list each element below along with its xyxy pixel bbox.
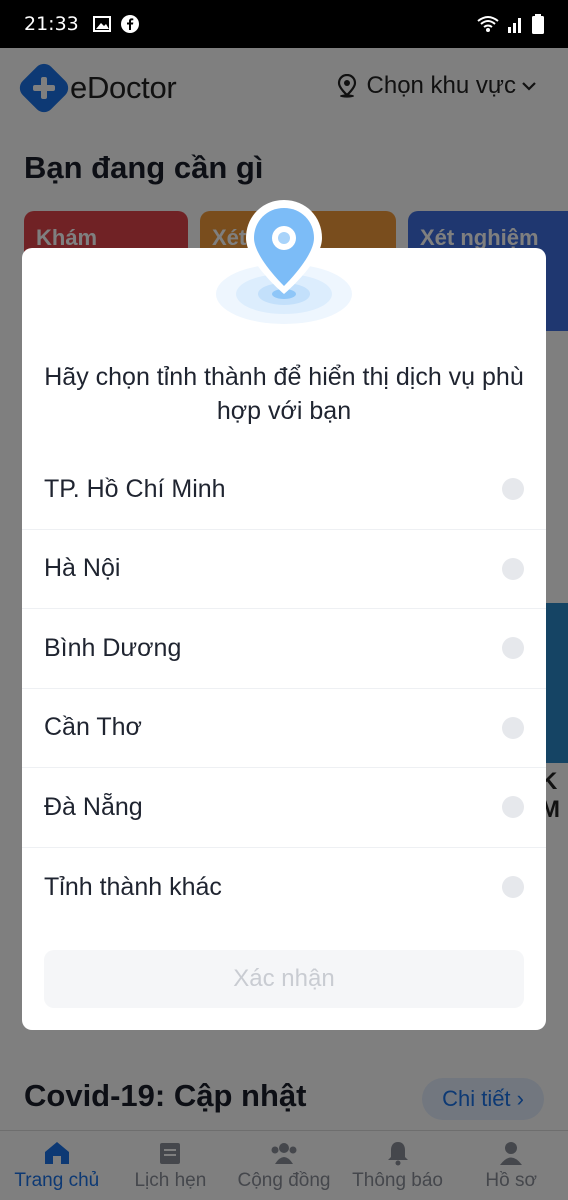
option-label: Bình Dương xyxy=(44,633,182,662)
radio-button[interactable] xyxy=(502,478,524,501)
province-option[interactable]: Tỉnh thành khác xyxy=(22,848,546,928)
radio-button[interactable] xyxy=(502,716,524,739)
province-options: TP. Hồ Chí Minh Hà Nội Bình Dương Cần Th… xyxy=(22,450,546,927)
province-option[interactable]: Cần Thơ xyxy=(22,689,546,768)
option-label: Cần Thơ xyxy=(44,713,142,742)
radio-button[interactable] xyxy=(502,876,524,899)
facebook-icon xyxy=(120,15,139,33)
dialog-title: Hãy chọn tỉnh thành để hiển thị dịch vụ … xyxy=(44,363,524,425)
province-option[interactable]: TP. Hồ Chí Minh xyxy=(22,450,546,530)
option-label: TP. Hồ Chí Minh xyxy=(44,474,226,503)
wifi-icon xyxy=(477,16,499,32)
option-label: Đà Nẵng xyxy=(44,792,143,821)
signal-icon xyxy=(508,18,521,33)
radio-button[interactable] xyxy=(502,796,524,819)
option-label: Tỉnh thành khác xyxy=(44,872,222,901)
option-label: Hà Nội xyxy=(44,554,121,583)
radio-button[interactable] xyxy=(502,637,524,660)
status-bar: 21:33 xyxy=(0,0,568,48)
province-option[interactable]: Bình Dương xyxy=(22,609,546,689)
province-option[interactable]: Hà Nội xyxy=(22,530,546,609)
gallery-icon xyxy=(92,16,111,32)
location-pin-illustration xyxy=(214,194,354,334)
battery-icon xyxy=(532,14,544,34)
status-time: 21:33 xyxy=(24,13,79,35)
province-option[interactable]: Đà Nẵng xyxy=(22,768,546,848)
radio-button[interactable] xyxy=(502,557,524,580)
province-picker-dialog: Hãy chọn tỉnh thành để hiển thị dịch vụ … xyxy=(22,200,546,1030)
confirm-button[interactable]: Xác nhận xyxy=(44,950,524,1008)
